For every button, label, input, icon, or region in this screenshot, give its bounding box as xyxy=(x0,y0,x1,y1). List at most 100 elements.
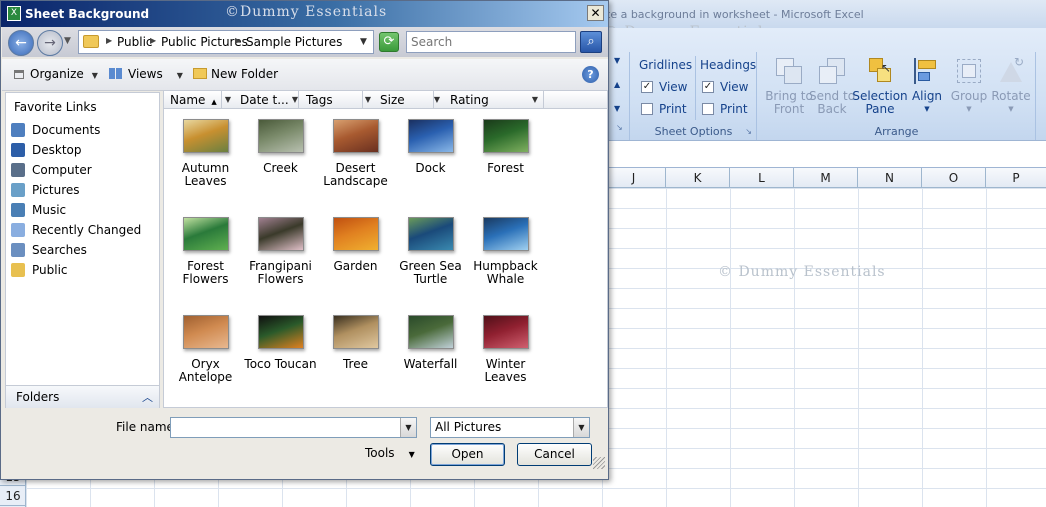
thumbnail-image xyxy=(407,217,454,251)
views-label: Views xyxy=(128,67,163,81)
tools-button[interactable]: Tools ▼ xyxy=(365,446,415,460)
search-input[interactable] xyxy=(406,31,576,53)
views-icon xyxy=(109,68,122,79)
new-folder-label: New Folder xyxy=(211,67,279,81)
cancel-button[interactable]: Cancel xyxy=(517,443,592,466)
rotate-icon: ↻ xyxy=(996,56,1026,86)
organize-dropdown-icon: ▼ xyxy=(91,71,98,80)
address-dropdown-icon[interactable]: ▼ xyxy=(360,37,367,47)
column-header[interactable]: O xyxy=(922,168,986,188)
scroll-down-icon[interactable]: ▲ xyxy=(614,80,620,89)
column-tags[interactable]: Tags xyxy=(300,91,363,109)
views-button[interactable]: Views ▼ xyxy=(109,67,183,81)
column-size[interactable]: Size xyxy=(374,91,434,109)
folders-toggle[interactable]: Folders ︿ xyxy=(6,385,159,408)
file-name-input[interactable] xyxy=(170,417,417,438)
file-item[interactable]: Oryx Antelope xyxy=(168,315,243,407)
column-header[interactable]: M xyxy=(794,168,858,188)
file-item[interactable]: Dock xyxy=(393,119,468,211)
gridlines-view-checkbox[interactable]: ✓ xyxy=(641,81,653,93)
file-list: Name ▲ ▼ Date t... ▼ Tags ▼ Size ▼ Rating… xyxy=(163,90,608,408)
favorite-public[interactable]: Public xyxy=(8,260,158,280)
favorite-recently-changed[interactable]: Recently Changed xyxy=(8,220,158,240)
favorite-computer[interactable]: Computer xyxy=(8,160,158,180)
thumbnail-image xyxy=(257,315,304,349)
close-button[interactable]: ✕ xyxy=(587,5,604,21)
back-button[interactable]: ← xyxy=(8,30,34,56)
favorite-documents[interactable]: Documents xyxy=(8,120,158,140)
column-date-dropdown-icon[interactable]: ▼ xyxy=(290,94,300,106)
breadcrumb-separator-icon[interactable]: ▶ xyxy=(106,36,112,45)
file-item[interactable]: Winter Leaves xyxy=(468,315,543,407)
column-header[interactable]: L xyxy=(730,168,794,188)
column-name-dropdown-icon[interactable]: ▼ xyxy=(223,94,233,106)
headings-view-checkbox[interactable]: ✓ xyxy=(702,81,714,93)
column-header[interactable]: N xyxy=(858,168,922,188)
search-icon[interactable]: ⌕ xyxy=(580,31,602,53)
scroll-up-icon[interactable]: ▼ xyxy=(614,56,620,65)
searches-icon xyxy=(11,243,25,257)
rotate-button[interactable]: ↻ Rotate ▼ xyxy=(979,56,1043,138)
scroll-more-icon[interactable]: ▼ xyxy=(614,104,620,113)
file-item[interactable]: Tree xyxy=(318,315,393,407)
file-type-select[interactable]: All Pictures ▼ xyxy=(430,417,590,438)
new-folder-button[interactable]: New Folder xyxy=(193,67,278,81)
headings-print-label: Print xyxy=(720,102,748,116)
column-header[interactable]: K xyxy=(666,168,730,188)
breadcrumb-separator-icon[interactable]: ▶ xyxy=(150,36,156,45)
file-item[interactable]: Humpback Whale xyxy=(468,217,543,309)
file-item[interactable]: Toco Toucan xyxy=(243,315,318,407)
favorite-desktop[interactable]: Desktop xyxy=(8,140,158,160)
refresh-button[interactable]: ⟳ xyxy=(379,32,399,52)
favorite-music[interactable]: Music xyxy=(8,200,158,220)
file-item[interactable]: Frangipani Flowers xyxy=(243,217,318,309)
file-type-value: All Pictures xyxy=(435,420,502,434)
favorite-label: Public xyxy=(32,263,68,277)
favorite-searches[interactable]: Searches xyxy=(8,240,158,260)
breadcrumb-separator-icon[interactable]: ▶ xyxy=(235,36,241,45)
file-label: Desert Landscape xyxy=(323,161,388,188)
file-item[interactable]: Waterfall xyxy=(393,315,468,407)
column-header[interactable]: P xyxy=(986,168,1046,188)
file-item[interactable]: Forest xyxy=(468,119,543,211)
column-name[interactable]: Name ▲ xyxy=(164,91,222,109)
file-item[interactable]: Green Sea Turtle xyxy=(393,217,468,309)
history-dropdown-icon[interactable]: ▼ xyxy=(64,36,71,46)
file-item[interactable]: Creek xyxy=(243,119,318,211)
organize-icon xyxy=(14,70,24,79)
file-item[interactable]: Garden xyxy=(318,217,393,309)
headings-view-label: View xyxy=(720,80,749,94)
column-tags-dropdown-icon[interactable]: ▼ xyxy=(363,94,373,106)
open-button[interactable]: Open xyxy=(430,443,505,466)
sheet-options-launcher-icon[interactable]: ↘ xyxy=(745,127,752,136)
thumbnail-image xyxy=(182,315,229,349)
file-item[interactable]: Forest Flowers xyxy=(168,217,243,309)
gridlines-print-checkbox[interactable] xyxy=(641,103,653,115)
headings-print-checkbox[interactable] xyxy=(702,103,714,115)
address-bar[interactable]: ▶ Public ▶ Public Pictures ▶ Sample Pict… xyxy=(78,30,374,54)
file-label: Tree xyxy=(342,357,368,371)
thumbnail-image xyxy=(482,315,529,349)
help-icon[interactable]: ? xyxy=(582,66,599,83)
favorite-pictures[interactable]: Pictures xyxy=(8,180,158,200)
file-name-dropdown-icon[interactable]: ▼ xyxy=(400,418,416,437)
thumbnail-image xyxy=(332,217,379,251)
organize-button[interactable]: Organize ▼ xyxy=(14,67,98,81)
desktop-icon xyxy=(11,143,25,157)
resize-grip-icon[interactable] xyxy=(593,457,605,469)
file-item[interactable]: Autumn Leaves xyxy=(168,119,243,211)
column-rating-dropdown-icon[interactable]: ▼ xyxy=(530,94,540,106)
dialog-launcher-icon[interactable]: ↘ xyxy=(616,123,623,132)
file-type-dropdown-icon: ▼ xyxy=(573,418,589,437)
breadcrumb-sample-pictures[interactable]: Sample Pictures xyxy=(246,35,342,49)
computer-icon xyxy=(11,163,25,177)
row-header[interactable]: 16 xyxy=(0,486,26,506)
forward-button[interactable]: → xyxy=(37,30,63,56)
column-header[interactable]: J xyxy=(602,168,666,188)
file-label: Waterfall xyxy=(403,357,458,371)
breadcrumb-public[interactable]: Public xyxy=(117,35,153,49)
file-item[interactable]: Desert Landscape xyxy=(318,119,393,211)
column-size-dropdown-icon[interactable]: ▼ xyxy=(432,94,442,106)
dialog-toolbar: Organize ▼ Views ▼ New Folder ? xyxy=(2,59,608,91)
column-rating[interactable]: Rating xyxy=(444,91,544,109)
